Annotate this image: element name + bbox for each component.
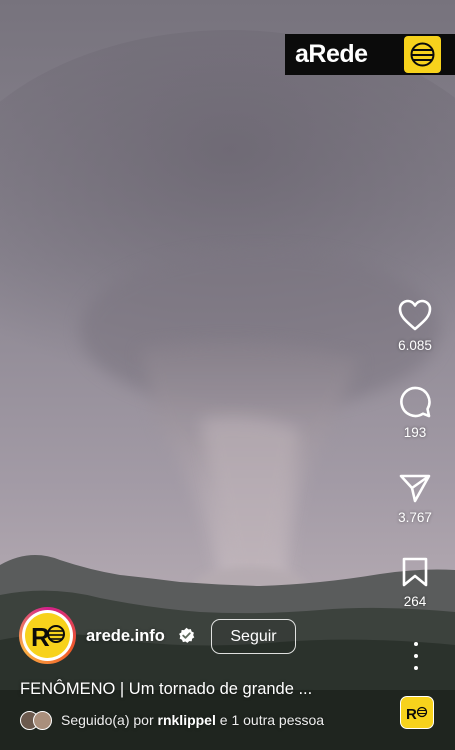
more-options-icon[interactable] [408,642,424,670]
brand-watermark: aRede [285,34,455,75]
follower-avatar [33,710,52,730]
share-action[interactable]: 3.767 [375,472,455,525]
like-count: 6.085 [398,338,432,353]
verified-badge-icon [178,627,195,644]
followed-by-text: Seguido(a) por rnklippel e 1 outra pesso… [61,712,324,728]
heart-icon[interactable] [397,298,433,332]
brand-name: aRede [295,40,368,68]
save-action[interactable]: 264 [375,556,455,609]
followed-by-row[interactable]: Seguido(a) por rnklippel e 1 outra pesso… [20,710,324,730]
share-count: 3.767 [398,510,432,525]
followed-by-prefix: Seguido(a) por [61,712,154,728]
arede-logo-icon [404,36,441,73]
followed-by-user: rnklippel [157,712,216,728]
comment-action[interactable]: 193 [375,385,455,440]
bookmark-icon[interactable] [401,556,429,588]
save-count: 264 [403,594,427,609]
account-username[interactable]: arede.info [86,627,165,646]
audio-thumbnail-icon[interactable]: R [400,696,434,729]
avatar-letter: R [31,622,50,651]
followed-by-suffix: e 1 outra pessoa [219,712,325,728]
follow-button[interactable]: Seguir [211,619,296,654]
avatar[interactable]: R [19,607,76,664]
like-action[interactable]: 6.085 [375,298,455,353]
audio-letter: R [406,706,417,722]
comment-icon[interactable] [398,385,432,419]
post-caption[interactable]: FENÔMENO | Um tornado de grande ... [20,680,312,699]
comment-count: 193 [403,425,427,440]
send-icon[interactable] [398,472,432,504]
